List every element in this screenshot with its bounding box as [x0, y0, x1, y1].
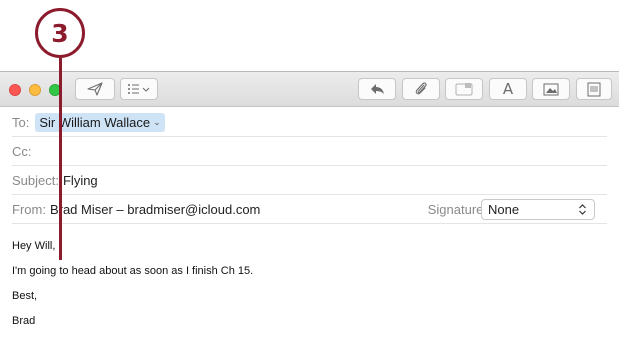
paper-plane-icon	[87, 82, 103, 96]
attach-button[interactable]	[402, 78, 440, 100]
body-line: I'm going to head about as soon as I fin…	[12, 265, 254, 277]
minimize-window-button[interactable]	[29, 84, 41, 96]
close-window-button[interactable]	[9, 84, 21, 96]
chevron-down-icon: ⌄	[153, 116, 161, 127]
subject-row[interactable]: Subject: Flying	[12, 166, 607, 195]
format-letter: A	[502, 80, 514, 98]
recipient-token[interactable]: Sir William Wallace ⌄	[35, 112, 165, 132]
signature-label: Signature:	[427, 201, 487, 217]
updown-chevron-icon	[579, 204, 586, 215]
from-account-select[interactable]: Brad Miser – bradmiser@icloud.com	[50, 202, 260, 217]
to-row: To: Sir William Wallace ⌄	[12, 108, 607, 137]
stationery-icon	[587, 82, 601, 96]
compose-window: A To: Sir William Wallace ⌄ Cc: Subject:…	[0, 71, 619, 353]
body-line: Brad	[12, 315, 36, 327]
stationery-button[interactable]	[576, 78, 612, 100]
markup-button[interactable]	[445, 78, 483, 100]
subject-label: Subject:	[12, 172, 59, 188]
list-icon	[128, 84, 150, 94]
recipient-name: Sir William Wallace	[39, 114, 151, 130]
toolbar: A	[0, 71, 619, 107]
paperclip-icon	[415, 82, 427, 95]
header-fields-button[interactable]	[120, 78, 158, 100]
cc-row[interactable]: Cc:	[12, 137, 607, 166]
signature-select[interactable]: None	[481, 199, 595, 220]
from-label: From:	[12, 201, 46, 217]
body-line: Best,	[12, 290, 38, 302]
markup-icon	[455, 83, 473, 96]
reply-arrow-icon	[371, 84, 384, 94]
signature-value: None	[488, 202, 520, 217]
format-button[interactable]: A	[489, 78, 527, 100]
reply-button[interactable]	[358, 78, 396, 100]
subject-field[interactable]: Flying	[63, 173, 98, 188]
photo-browser-button[interactable]	[532, 78, 570, 100]
callout-pointer-line	[58, 58, 62, 260]
step-number: 3	[51, 18, 69, 48]
step-callout: 3	[35, 8, 85, 58]
body-line: Hey Will,	[12, 240, 56, 252]
cc-label: Cc:	[12, 143, 32, 159]
from-row: From: Brad Miser – bradmiser@icloud.com …	[12, 195, 607, 224]
photo-browser-icon	[543, 83, 559, 95]
to-label: To:	[12, 114, 30, 130]
send-button[interactable]	[75, 78, 115, 100]
